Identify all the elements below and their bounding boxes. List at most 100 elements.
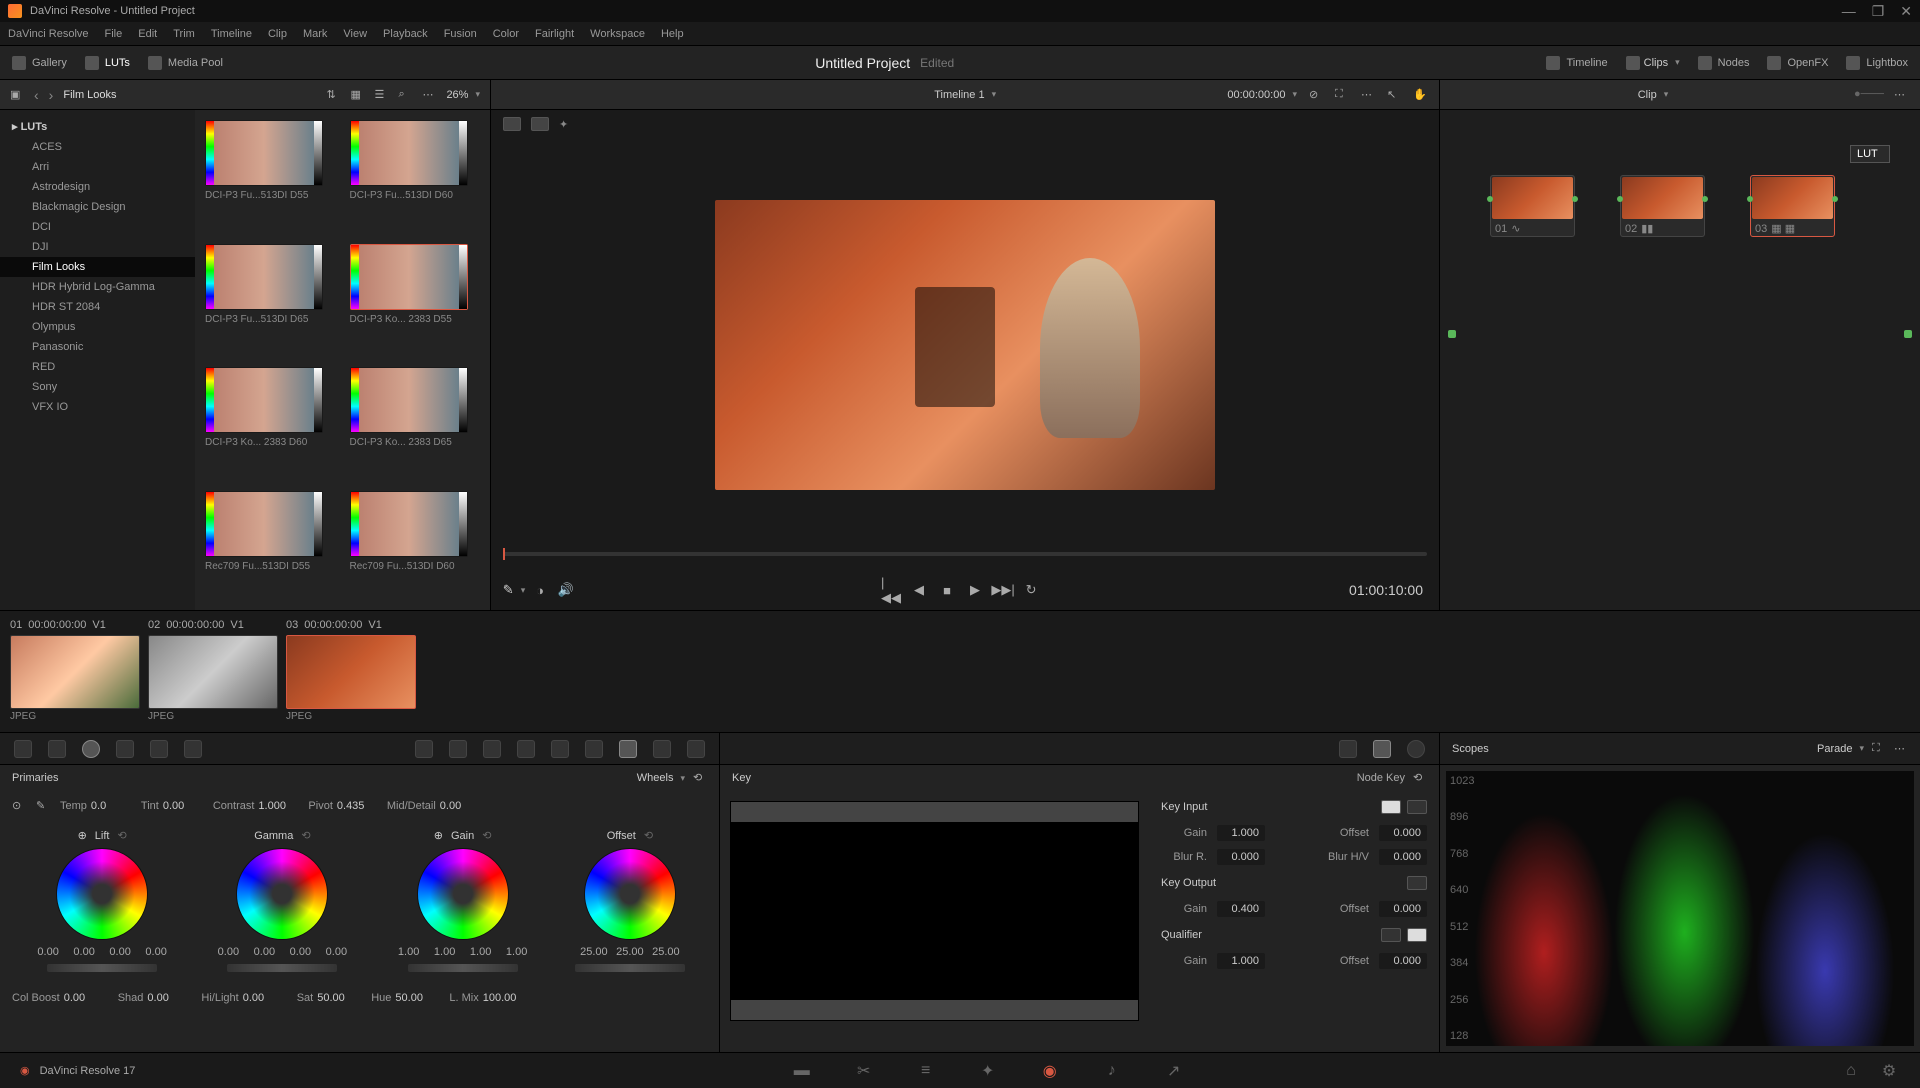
temp-value[interactable]: 0.0 — [91, 800, 131, 812]
menu-davinci[interactable]: DaVinci Resolve — [8, 28, 89, 40]
input-dot[interactable] — [1448, 330, 1456, 338]
key-blur-r[interactable]: 0.000 — [1217, 849, 1265, 865]
menu-trim[interactable]: Trim — [173, 28, 195, 40]
lut-tree-item[interactable]: HDR Hybrid Log-Gamma — [0, 277, 195, 297]
hdr-tab[interactable] — [116, 740, 134, 758]
motion-tab[interactable] — [184, 740, 202, 758]
search-icon[interactable]: ⌕ — [398, 88, 412, 102]
pointer-icon[interactable]: ↖ — [1387, 88, 1401, 102]
offset-reset-icon[interactable]: ⟲ — [644, 829, 653, 842]
lut-tree-item[interactable]: DJI — [0, 237, 195, 257]
hue-value[interactable]: 50.00 — [395, 992, 435, 1004]
clip-item[interactable]: 0300:00:00:00V1 JPEG — [286, 617, 416, 726]
mute-icon[interactable]: 🔊 — [559, 583, 573, 597]
gallery-button[interactable]: Gallery — [12, 56, 67, 70]
node-1[interactable]: 01 ∿ — [1490, 175, 1575, 237]
lut-tree-item[interactable]: Arri — [0, 157, 195, 177]
grid-view-icon[interactable]: ▦ — [350, 88, 364, 102]
gain-target-icon[interactable]: ⊕ — [434, 829, 443, 842]
hilight-value[interactable]: 0.00 — [243, 992, 283, 1004]
key-out-gain[interactable]: 0.400 — [1217, 901, 1265, 917]
lut-thumb[interactable]: DCI-P3 Fu...513DI D60 — [350, 120, 481, 230]
fairlight-page-button[interactable]: ♪ — [1101, 1062, 1123, 1080]
lut-tree-item[interactable]: VFX IO — [0, 397, 195, 417]
wheels-tab[interactable] — [82, 740, 100, 758]
menu-workspace[interactable]: Workspace — [590, 28, 645, 40]
info-tab[interactable] — [1407, 740, 1425, 758]
lut-tree-root[interactable]: ▸ LUTs — [0, 116, 195, 137]
lut-tree-item[interactable]: Blackmagic Design — [0, 197, 195, 217]
key-tab[interactable] — [619, 740, 637, 758]
hand-icon[interactable]: ✋ — [1413, 88, 1427, 102]
lift-master-wheel[interactable] — [47, 964, 157, 972]
colboost-value[interactable]: 0.00 — [64, 992, 104, 1004]
sizing-tab[interactable] — [653, 740, 671, 758]
lightbox-button[interactable]: Lightbox — [1846, 56, 1908, 70]
menu-fusion[interactable]: Fusion — [444, 28, 477, 40]
key-preview[interactable] — [730, 801, 1139, 1021]
color-match-tab[interactable] — [48, 740, 66, 758]
lut-thumb[interactable]: Rec709 Fu...513DI D60 — [350, 491, 481, 601]
more-icon[interactable]: ⋯ — [422, 88, 436, 102]
lut-thumb[interactable]: DCI-P3 Ko... 2383 D65 — [350, 367, 481, 477]
scrub-bar[interactable] — [491, 552, 1439, 570]
playhead[interactable] — [503, 548, 505, 560]
rgb-mixer-tab[interactable] — [150, 740, 168, 758]
key-q-gain[interactable]: 1.000 — [1217, 953, 1265, 969]
play-button[interactable]: ▶ — [968, 583, 982, 597]
menu-fairlight[interactable]: Fairlight — [535, 28, 574, 40]
clip-item[interactable]: 0200:00:00:00V1 JPEG — [148, 617, 278, 726]
key-input-invert[interactable] — [1381, 800, 1401, 814]
menu-color[interactable]: Color — [493, 28, 519, 40]
settings-button[interactable]: ⚙ — [1878, 1062, 1900, 1080]
lut-thumb[interactable]: Rec709 Fu...513DI D55 — [205, 491, 336, 601]
scope-mode-dropdown[interactable]: Parade — [1817, 743, 1864, 755]
lut-tree-item[interactable]: Film Looks — [0, 257, 195, 277]
split-icon[interactable] — [531, 117, 549, 131]
wipe-icon[interactable]: ◑ — [533, 583, 547, 597]
lut-thumb[interactable]: DCI-P3 Fu...513DI D65 — [205, 244, 336, 354]
top-timecode[interactable]: 00:00:00:00 — [1227, 89, 1297, 101]
lut-tree-item[interactable]: HDR ST 2084 — [0, 297, 195, 317]
wheels-mode-dropdown[interactable]: Wheels — [637, 772, 685, 784]
node-graph[interactable]: 01 ∿ 02 ▮▮ 03 ▦ ▦ — [1440, 110, 1920, 610]
prev-frame-button[interactable]: ◀ — [912, 583, 926, 597]
gain-master-wheel[interactable] — [408, 964, 518, 972]
curves-tab[interactable] — [415, 740, 433, 758]
openfx-button[interactable]: OpenFX — [1767, 56, 1828, 70]
gain-reset-icon[interactable]: ⟲ — [482, 829, 491, 842]
key-out-offset[interactable]: 0.000 — [1379, 901, 1427, 917]
node-3[interactable]: 03 ▦ ▦ — [1750, 175, 1835, 237]
lift-reset-icon[interactable]: ⟲ — [117, 829, 126, 842]
menu-timeline[interactable]: Timeline — [211, 28, 252, 40]
gamma-reset-icon[interactable]: ⟲ — [301, 829, 310, 842]
tracking-tab[interactable] — [551, 740, 569, 758]
camera-raw-tab[interactable] — [14, 740, 32, 758]
scopes-tab[interactable] — [1373, 740, 1391, 758]
lut-tree-item[interactable]: Olympus — [0, 317, 195, 337]
first-frame-button[interactable]: |◀◀ — [884, 583, 898, 597]
menu-view[interactable]: View — [343, 28, 367, 40]
warper-tab[interactable] — [449, 740, 467, 758]
lut-tree-item[interactable]: Sony — [0, 377, 195, 397]
lut-tree-item[interactable]: RED — [0, 357, 195, 377]
timeline-button[interactable]: Timeline — [1546, 56, 1607, 70]
panel-toggle-icon[interactable]: ▣ — [10, 88, 24, 102]
sat-value[interactable]: 50.00 — [317, 992, 357, 1004]
main-timecode[interactable]: 01:00:10:00 — [1349, 582, 1423, 598]
tint-value[interactable]: 0.00 — [163, 800, 203, 812]
menu-file[interactable]: File — [105, 28, 123, 40]
lut-thumb[interactable]: DCI-P3 Ko... 2383 D55 — [350, 244, 481, 354]
menu-help[interactable]: Help — [661, 28, 684, 40]
color-page-button[interactable]: ◉ — [1039, 1062, 1061, 1080]
viewer-image[interactable] — [715, 200, 1215, 490]
nav-forward-button[interactable]: › — [49, 87, 54, 103]
node-mode-dropdown[interactable]: Clip — [1638, 89, 1668, 101]
3d-tab[interactable] — [687, 740, 705, 758]
gamma-master-wheel[interactable] — [227, 964, 337, 972]
menu-edit[interactable]: Edit — [138, 28, 157, 40]
nodes-button[interactable]: Nodes — [1698, 56, 1750, 70]
window-tab[interactable] — [517, 740, 535, 758]
auto-balance-icon[interactable]: ⊙ — [12, 799, 26, 813]
last-frame-button[interactable]: ▶▶| — [996, 583, 1010, 597]
